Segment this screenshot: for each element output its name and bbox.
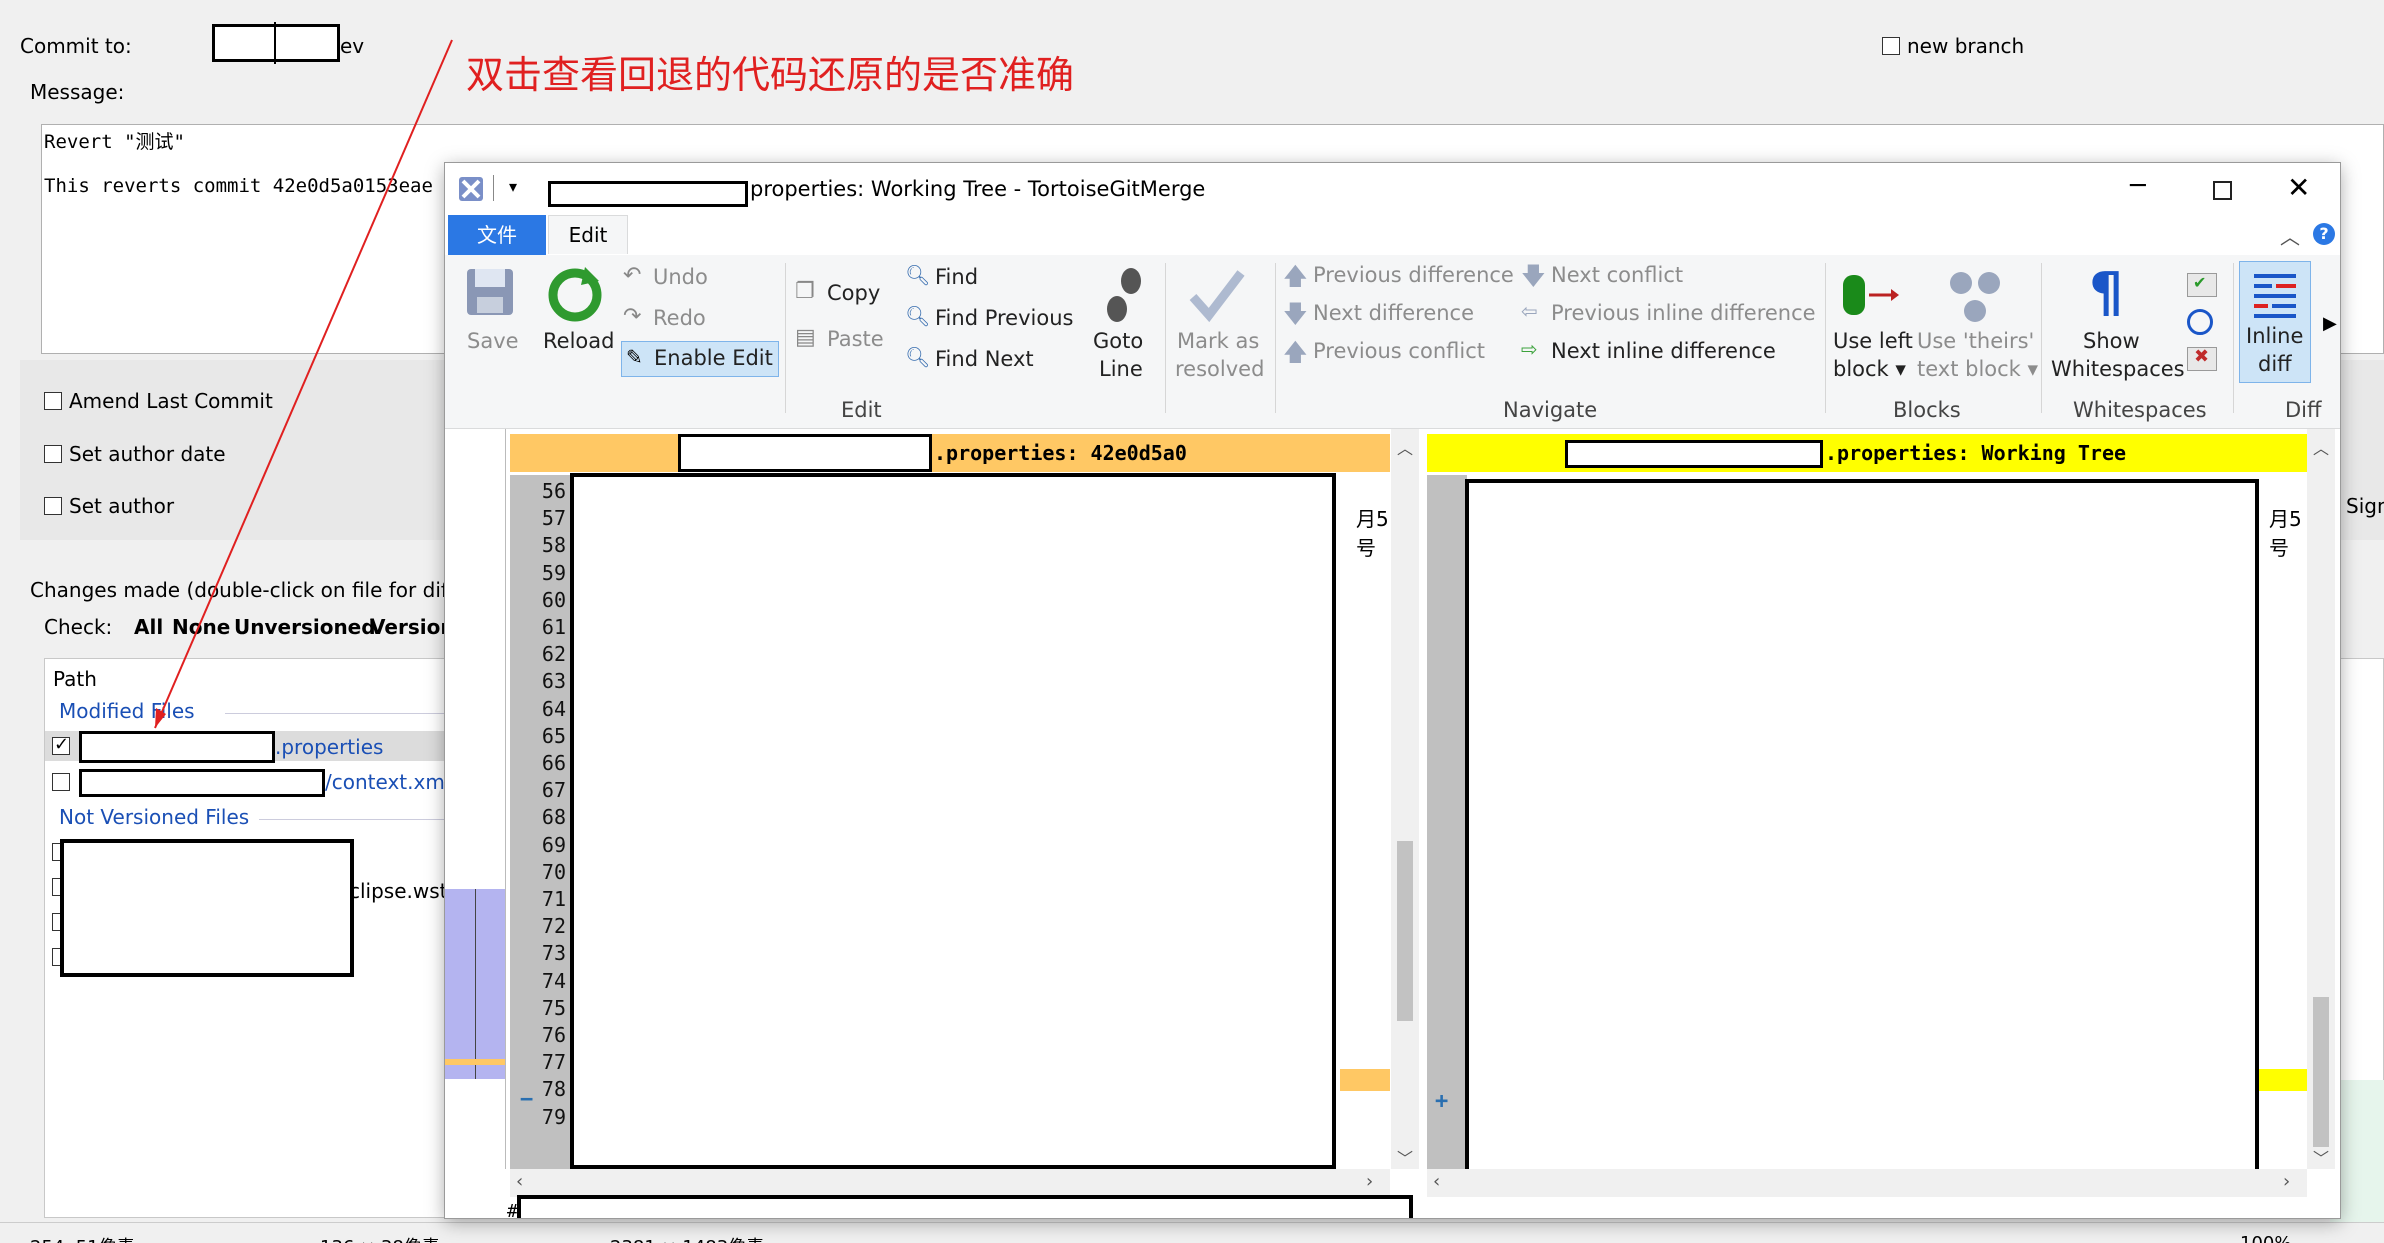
annotation-text: 双击查看回退的代码还原的是否准确: [466, 53, 1075, 97]
annotation-arrow: [154, 39, 453, 729]
